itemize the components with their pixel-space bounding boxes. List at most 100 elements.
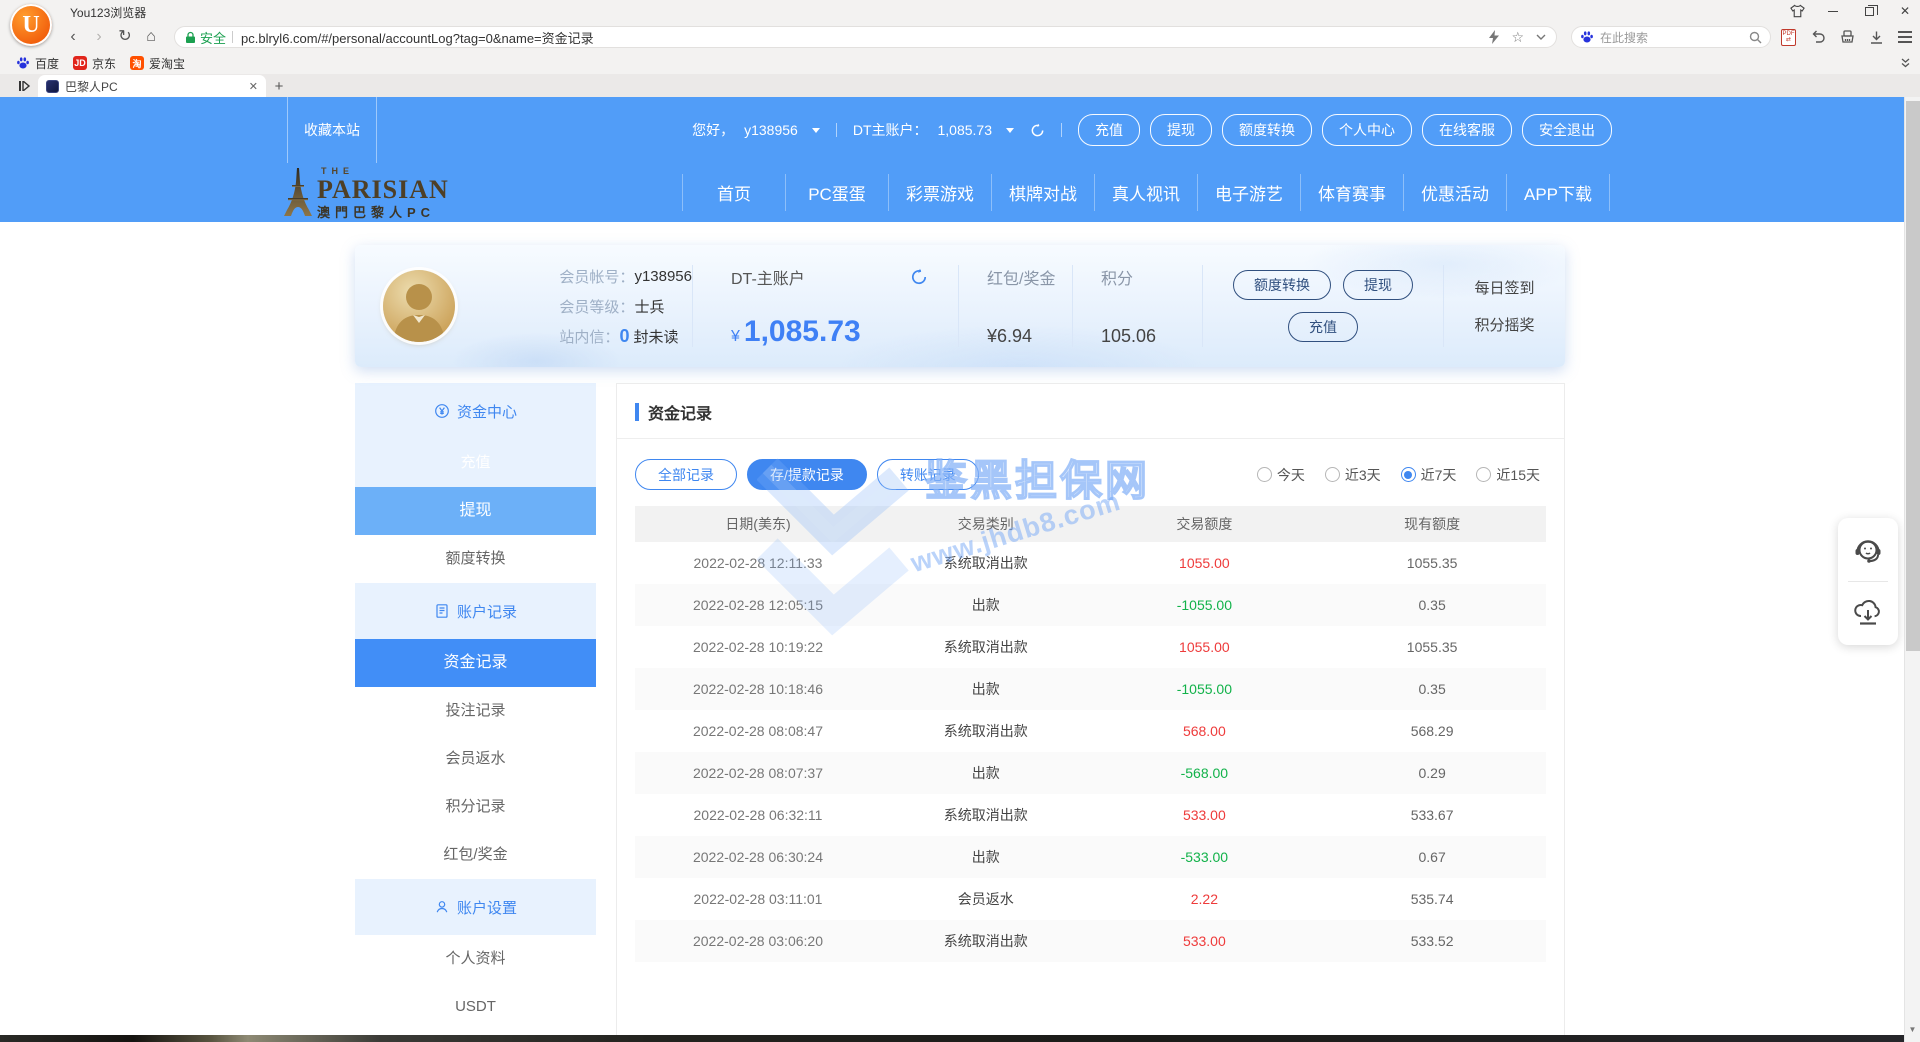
bookmark-item-2[interactable]: JD京东 xyxy=(73,55,116,72)
lightning-icon[interactable] xyxy=(1489,30,1499,44)
bookmark-star-icon[interactable]: ☆ xyxy=(1511,29,1524,46)
sidebar-toggle-icon[interactable] xyxy=(12,74,38,97)
range-option-1[interactable]: 今天 xyxy=(1257,465,1305,485)
sidebar-item-13[interactable]: USDT xyxy=(355,983,596,1031)
points-value: 105.06 xyxy=(1101,326,1192,347)
sidebar-section-11[interactable]: 账户设置 xyxy=(355,879,596,935)
topbar-button-3[interactable]: 额度转换 xyxy=(1222,114,1312,146)
sidebar-item-2[interactable]: 充值 xyxy=(355,439,596,487)
cell-type: 出款 xyxy=(881,847,1091,867)
cell-date: 2022-02-28 06:32:11 xyxy=(635,807,881,823)
profile-info-row-3: 站内信：0封未读 xyxy=(559,326,692,347)
download-icon[interactable] xyxy=(1869,30,1884,45)
sidebar-item-8[interactable]: 会员返水 xyxy=(355,735,596,783)
wallet-refresh-icon[interactable] xyxy=(910,268,928,286)
filter-tab-2[interactable]: 存/提款记录 xyxy=(747,459,867,490)
topbar-refresh-icon[interactable] xyxy=(1030,123,1045,138)
withdraw-button[interactable]: 提现 xyxy=(1343,270,1413,300)
cell-amount: 1055.00 xyxy=(1090,639,1318,655)
profile-info-label: 站内信： xyxy=(559,326,619,347)
nav-item-7[interactable]: 体育赛事 xyxy=(1300,174,1403,211)
nav-item-1[interactable]: 首页 xyxy=(682,174,785,211)
nav-item-9[interactable]: APP下载 xyxy=(1506,174,1609,211)
widget-divider xyxy=(1848,581,1888,582)
cleaner-brush-icon[interactable] xyxy=(1840,30,1855,45)
card-link-1[interactable]: 每日签到 xyxy=(1474,277,1534,298)
column-header-2: 交易类别 xyxy=(881,514,1091,534)
search-placeholder: 在此搜索 xyxy=(1600,29,1749,46)
card-link-2[interactable]: 积分摇奖 xyxy=(1474,314,1534,335)
nav-item-8[interactable]: 优惠活动 xyxy=(1403,174,1506,211)
range-radio[interactable] xyxy=(1257,467,1272,482)
unread-mail-count[interactable]: 0 xyxy=(619,326,629,347)
cell-type: 系统取消出款 xyxy=(881,721,1091,741)
theme-shirt-icon[interactable] xyxy=(1788,4,1806,18)
range-radio[interactable] xyxy=(1401,467,1416,482)
sidebar-item-6[interactable]: 资金记录 xyxy=(355,639,596,687)
range-radio[interactable] xyxy=(1325,467,1340,482)
cell-amount: 1055.00 xyxy=(1090,555,1318,571)
forward-icon[interactable]: › xyxy=(86,29,112,45)
tab-close-icon[interactable]: ✕ xyxy=(249,80,258,93)
greeting-label: 您好， xyxy=(692,120,734,140)
nav-item-2[interactable]: PC蛋蛋 xyxy=(785,174,888,211)
avatar[interactable] xyxy=(383,270,455,342)
table-row: 2022-02-28 03:11:01会员返水2.22535.74 xyxy=(635,878,1546,920)
wallet-balance[interactable]: 1,085.73 xyxy=(938,122,993,138)
deposit-button[interactable]: 充值 xyxy=(1288,312,1358,342)
menu-icon[interactable] xyxy=(1898,31,1912,43)
sidebar-item-3[interactable]: 提现 xyxy=(355,487,596,535)
refresh-icon[interactable]: ↻ xyxy=(112,29,138,45)
browser-tab[interactable]: 巴黎人PC ✕ xyxy=(38,75,266,97)
favorite-site-link[interactable]: 收藏本站 xyxy=(287,97,377,163)
range-option-4[interactable]: 近15天 xyxy=(1476,465,1540,485)
topbar-button-6[interactable]: 安全退出 xyxy=(1522,114,1612,146)
sidebar-item-10[interactable]: 红包/奖金 xyxy=(355,831,596,879)
restore-button[interactable] xyxy=(1860,7,1878,16)
pdf-tool-icon[interactable]: PDF⇄ xyxy=(1781,29,1796,46)
search-box[interactable]: 在此搜索 xyxy=(1571,26,1771,48)
topbar-button-1[interactable]: 充值 xyxy=(1078,114,1140,146)
bookmark-item-3[interactable]: 淘爱淘宝 xyxy=(130,55,185,72)
home-icon[interactable]: ⌂ xyxy=(138,29,164,45)
nav-item-5[interactable]: 真人视讯 xyxy=(1094,174,1197,211)
back-icon[interactable]: ‹ xyxy=(60,29,86,45)
sidebar-section-1[interactable]: 资金中心 xyxy=(355,383,596,439)
close-button[interactable]: ✕ xyxy=(1896,4,1914,18)
nav-item-4[interactable]: 棋牌对战 xyxy=(991,174,1094,211)
bookmark-item-1[interactable]: 百度 xyxy=(16,55,59,72)
collapse-chevrons-icon[interactable] xyxy=(1901,58,1910,68)
filter-tab-3[interactable]: 转账记录 xyxy=(877,459,979,490)
topbar-button-4[interactable]: 个人中心 xyxy=(1322,114,1412,146)
sidebar-section-5[interactable]: 账户记录 xyxy=(355,583,596,639)
scrollbar-thumb[interactable] xyxy=(1906,101,1920,651)
search-magnifier-icon[interactable] xyxy=(1749,31,1762,44)
nav-item-3[interactable]: 彩票游戏 xyxy=(888,174,991,211)
username[interactable]: y138956 xyxy=(744,122,798,138)
address-bar[interactable]: 安全 pc.blryl6.com/#/personal/accountLog?t… xyxy=(174,26,1557,48)
filter-tab-1[interactable]: 全部记录 xyxy=(635,459,737,490)
sidebar-item-12[interactable]: 个人资料 xyxy=(355,935,596,983)
sidebar-item-9[interactable]: 积分记录 xyxy=(355,783,596,831)
range-option-3[interactable]: 近7天 xyxy=(1401,465,1457,485)
scrollbar-down-arrow[interactable]: ▼ xyxy=(1905,1025,1920,1034)
sidebar-item-4[interactable]: 额度转换 xyxy=(355,535,596,583)
sidebar-item-7[interactable]: 投注记录 xyxy=(355,687,596,735)
page-scrollbar[interactable]: ▼ xyxy=(1904,97,1920,1042)
undo-icon[interactable] xyxy=(1810,30,1826,45)
minimize-button[interactable] xyxy=(1824,11,1842,12)
nav-item-6[interactable]: 电子游艺 xyxy=(1197,174,1300,211)
range-radio[interactable] xyxy=(1476,467,1491,482)
customer-service-icon[interactable] xyxy=(1851,534,1885,568)
transfer-button[interactable]: 额度转换 xyxy=(1233,270,1331,300)
topbar-button-5[interactable]: 在线客服 xyxy=(1422,114,1512,146)
new-tab-button[interactable]: + xyxy=(266,75,292,97)
url-text[interactable]: pc.blryl6.com/#/personal/accountLog?tag=… xyxy=(241,28,1489,47)
cloud-download-icon[interactable] xyxy=(1851,595,1885,629)
address-dropdown-icon[interactable] xyxy=(1536,34,1546,40)
topbar-button-2[interactable]: 提现 xyxy=(1150,114,1212,146)
range-option-2[interactable]: 近3天 xyxy=(1325,465,1381,485)
wallet-caret-icon[interactable] xyxy=(1006,128,1014,133)
site-logo[interactable]: THE PARISIAN 澳門巴黎人PC xyxy=(283,167,449,219)
username-caret-icon[interactable] xyxy=(812,128,820,133)
